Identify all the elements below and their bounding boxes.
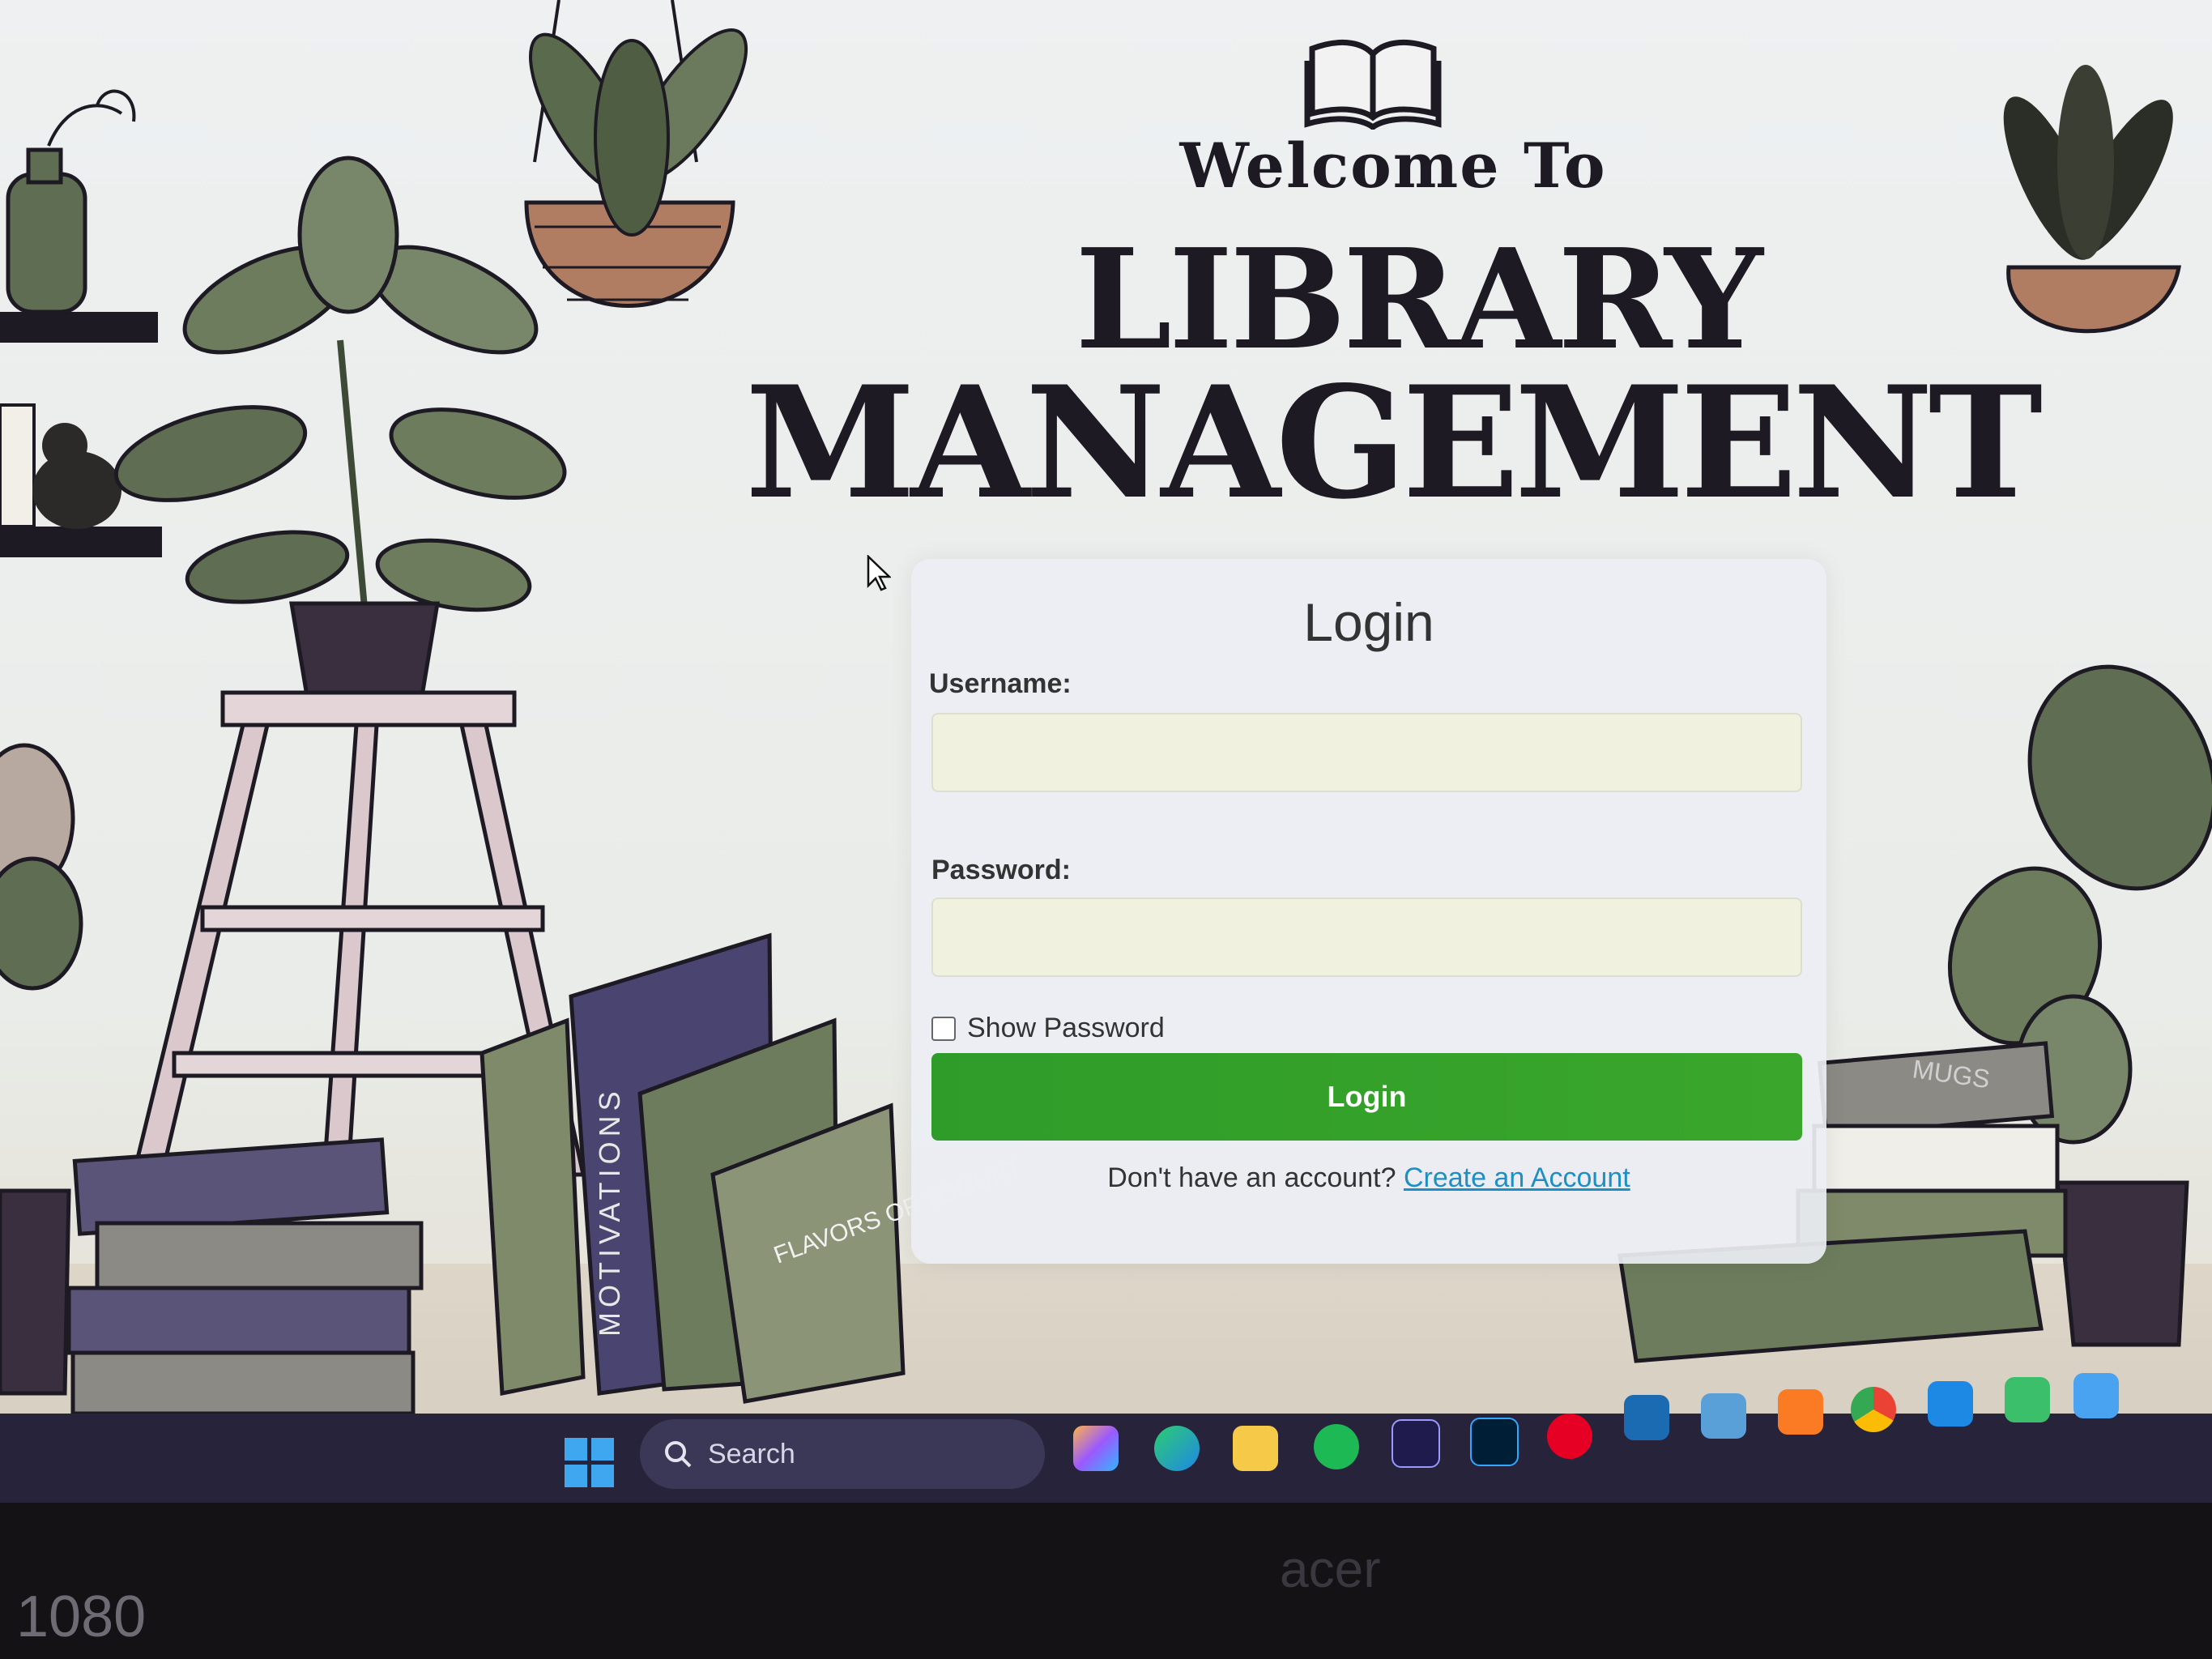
shelf-1 [0, 312, 158, 343]
pinterest-icon[interactable] [1547, 1414, 1592, 1459]
password-input[interactable] [931, 898, 1802, 977]
signup-row: Don't have an account? Create an Account [911, 1162, 1826, 1194]
xampp-icon[interactable] [1778, 1389, 1823, 1435]
copilot-icon[interactable] [1073, 1426, 1119, 1471]
bottle [6, 172, 87, 314]
book-on-shelf [0, 403, 36, 528]
show-password-checkbox[interactable] [931, 1016, 956, 1041]
file-explorer-icon[interactable] [1233, 1426, 1278, 1471]
notepad-icon[interactable] [2005, 1377, 2050, 1422]
welcome-heading: Welcome To [1179, 130, 1607, 202]
password-label: Password: [931, 855, 1071, 885]
photoshop-icon[interactable] [1470, 1418, 1519, 1466]
edge-icon[interactable] [1154, 1426, 1200, 1471]
potted-plant [113, 156, 567, 703]
monitor-brand-logo: acer [1280, 1540, 1381, 1598]
chrome-icon[interactable] [1851, 1387, 1896, 1432]
vscode-icon[interactable] [1928, 1381, 1973, 1427]
premiere-pro-icon[interactable] [1392, 1419, 1440, 1468]
create-account-link[interactable]: Create an Account [1404, 1162, 1630, 1193]
hanging-basket-plant [524, 0, 748, 308]
open-book-icon [1304, 40, 1442, 130]
username-label: Username: [929, 668, 1072, 699]
hanging-plant-right [2003, 65, 2182, 334]
bottle-neck [26, 147, 63, 185]
screen: MOTIVATIONS FLAVORS OF YOGURT MUGS Welco… [0, 0, 2212, 1426]
paint-icon[interactable] [2073, 1373, 2119, 1418]
shelf-2 [0, 527, 162, 557]
windows-start-icon[interactable] [565, 1438, 615, 1488]
search-placeholder: Search [708, 1438, 795, 1469]
title-management: MANAGEMENT [745, 352, 2043, 533]
snipping-tool-icon[interactable] [1624, 1395, 1669, 1440]
username-input[interactable] [931, 713, 1802, 792]
search-icon [665, 1441, 692, 1468]
login-title: Login [1303, 592, 1434, 652]
signup-prompt: Don't have an account? [1107, 1162, 1396, 1193]
remote-desktop-icon[interactable] [1701, 1393, 1746, 1439]
cat-head [42, 423, 87, 468]
flower-sketch [47, 89, 136, 147]
mouse-cursor-icon [867, 555, 891, 591]
spotify-icon[interactable] [1314, 1424, 1359, 1469]
login-card: Login Username: Password: Show Password … [911, 559, 1826, 1264]
show-password-toggle[interactable]: Show Password [931, 1013, 1165, 1044]
login-button[interactable]: Login [931, 1053, 1802, 1141]
show-password-label: Show Password [967, 1013, 1165, 1043]
book-spine-motivations: MOTIVATIONS [593, 1086, 626, 1337]
taskbar-search[interactable]: Search [640, 1419, 1045, 1489]
resolution-sticker: 1080 [16, 1584, 147, 1649]
book-stack-left [66, 1137, 424, 1416]
